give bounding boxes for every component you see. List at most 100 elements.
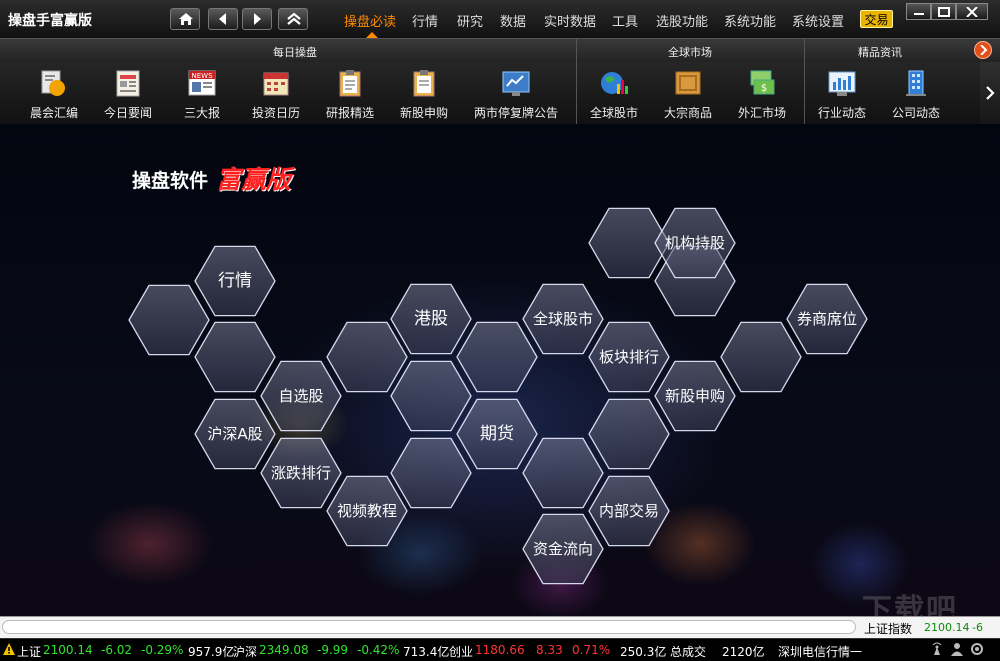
menu-item-caopan[interactable]: 操盘必读 bbox=[344, 11, 396, 30]
hex-sector[interactable]: 板块排行 bbox=[588, 321, 670, 393]
total-value: 2120亿 bbox=[722, 645, 765, 659]
globe-chart-icon bbox=[599, 68, 629, 98]
chevron-right-icon bbox=[986, 86, 995, 100]
app-title: 操盘手富赢版 bbox=[8, 13, 92, 29]
tool-waihui[interactable]: $ 外汇市场 bbox=[727, 66, 797, 122]
alert-icon[interactable] bbox=[2, 642, 16, 656]
hex-a-shares[interactable]: 沪深A股 bbox=[194, 398, 276, 470]
trade-button[interactable]: 交易 bbox=[860, 10, 893, 28]
sz-amount: 713.4亿 bbox=[403, 645, 450, 659]
hex-watchlist[interactable]: 自选股 bbox=[260, 360, 342, 432]
menu-item-shezhi[interactable]: 系统设置 bbox=[792, 11, 844, 30]
hex-insider[interactable]: 内部交易 bbox=[588, 475, 670, 547]
hex-video[interactable]: 视频教程 bbox=[326, 475, 408, 547]
hex-label: 板块排行 bbox=[599, 348, 659, 366]
tool-rili[interactable]: 投资日历 bbox=[241, 66, 311, 122]
hex-label: 全球股市 bbox=[533, 310, 593, 328]
quick-toolbar: 晨会汇编 今日要闻 NEWS 三大报 投资日历 研报精选 新股申购 两市停复牌公… bbox=[0, 62, 1000, 125]
svg-text:NEWS: NEWS bbox=[191, 72, 213, 80]
tool-tingfupai[interactable]: 两市停复牌公告 bbox=[474, 66, 558, 122]
tool-hangye[interactable]: 行业动态 bbox=[807, 66, 877, 122]
hex-hk[interactable]: 港股 bbox=[390, 283, 472, 355]
calendar-icon bbox=[261, 68, 291, 98]
tool-xingu[interactable]: 新股申购 bbox=[389, 66, 459, 122]
sh-change: -6.02 bbox=[101, 643, 133, 657]
home-icon bbox=[179, 13, 193, 25]
hex-futures[interactable]: 期货 bbox=[456, 398, 538, 470]
close-button[interactable] bbox=[956, 3, 988, 20]
hex-blank bbox=[390, 360, 472, 432]
tool-chenhui[interactable]: 晨会汇编 bbox=[19, 66, 89, 122]
cog-icon[interactable] bbox=[970, 642, 984, 656]
hex-ranking[interactable]: 涨跌排行 bbox=[260, 437, 342, 509]
back-button[interactable] bbox=[208, 8, 238, 30]
menu-item-hangqing[interactable]: 行情 bbox=[412, 11, 438, 30]
hex-quote[interactable]: 行情 bbox=[194, 245, 276, 317]
section-bar: 每日操盘 全球市场 精品资讯 bbox=[0, 38, 1000, 64]
tool-quanqiu[interactable]: 全球股市 bbox=[579, 66, 649, 122]
hex-ipo[interactable]: 新股申购 bbox=[654, 360, 736, 432]
svg-text:$: $ bbox=[761, 83, 767, 94]
hex-global[interactable]: 全球股市 bbox=[522, 283, 604, 355]
tool-yanbao[interactable]: 研报精选 bbox=[315, 66, 385, 122]
newspaper-icon bbox=[113, 68, 143, 98]
hex-label: 新股申购 bbox=[665, 387, 725, 405]
section-next-button[interactable] bbox=[974, 41, 992, 59]
home-button[interactable] bbox=[170, 8, 200, 30]
server-name: 深圳电信行情一 bbox=[778, 645, 863, 659]
meeting-icon bbox=[39, 68, 69, 98]
title-bar: 操盘手富赢版 操盘必读 行情 研究 数据 实时数据 工具 选股功能 系统功能 系… bbox=[0, 0, 1000, 39]
sz-name: 沪深 bbox=[233, 645, 258, 659]
tool-jinri[interactable]: 今日要闻 bbox=[93, 66, 163, 122]
maximize-button[interactable] bbox=[931, 3, 956, 20]
hex-blank bbox=[720, 321, 802, 393]
tool-gongsi[interactable]: 公司动态 bbox=[881, 66, 951, 122]
hex-blank bbox=[390, 437, 472, 509]
menu-item-shuju[interactable]: 数据 bbox=[500, 11, 526, 30]
maximize-icon bbox=[938, 7, 950, 17]
toolbar-scroll-right[interactable] bbox=[980, 62, 1000, 124]
person-icon[interactable] bbox=[950, 642, 964, 656]
forward-button[interactable] bbox=[242, 8, 272, 30]
ticker-scroll[interactable] bbox=[2, 620, 856, 634]
menu-item-shishi[interactable]: 实时数据 bbox=[544, 11, 596, 30]
hex-label: 内部交易 bbox=[599, 502, 659, 520]
announcement-icon bbox=[501, 68, 531, 98]
menu-item-yanjiu[interactable]: 研究 bbox=[457, 11, 483, 30]
cy-name: 创业 bbox=[449, 645, 474, 659]
cy-value: 1180.66 bbox=[475, 643, 525, 657]
hex-blank bbox=[326, 321, 408, 393]
hex-label: 期货 bbox=[480, 424, 514, 444]
hex-blank bbox=[588, 398, 670, 470]
chevron-right-icon bbox=[980, 45, 988, 55]
currency-icon: $ bbox=[747, 68, 777, 98]
tool-sandabao[interactable]: NEWS 三大报 bbox=[167, 66, 237, 122]
active-indicator bbox=[366, 32, 378, 38]
hex-label: 涨跌排行 bbox=[271, 464, 331, 482]
bar-chart-icon bbox=[827, 68, 857, 98]
hex-label: 机构持股 bbox=[665, 234, 725, 252]
hex-broker[interactable]: 券商席位 bbox=[786, 283, 868, 355]
index-strip: 上证指数 2100.14 -6 bbox=[0, 616, 1000, 639]
index-value: 2100.14 bbox=[924, 621, 970, 634]
hex-blank bbox=[128, 284, 210, 356]
close-icon bbox=[966, 7, 978, 17]
cy-amount: 250.3亿 bbox=[620, 645, 667, 659]
signal-icon[interactable] bbox=[930, 642, 944, 656]
tool-dazong[interactable]: 大宗商品 bbox=[653, 66, 723, 122]
cy-pct: 0.71% bbox=[572, 643, 611, 657]
hex-fund-flow[interactable]: 资金流向 bbox=[522, 513, 604, 585]
menu-item-xitong[interactable]: 系统功能 bbox=[724, 11, 776, 30]
hex-blank bbox=[456, 321, 538, 393]
collapse-button[interactable] bbox=[278, 8, 308, 30]
status-bar: 上证 2100.14 -6.02 -0.29% 957.9亿 沪深 2349.0… bbox=[0, 638, 1000, 661]
sz-change: -9.99 bbox=[317, 643, 349, 657]
menu-item-gongju[interactable]: 工具 bbox=[612, 11, 638, 30]
main-panel: 操盘软件 富赢版 行情 自选股 沪深A股 涨跌排行 视频教程 港股 期货 全球股市 板块排行 机构… bbox=[0, 124, 1000, 616]
minimize-button[interactable] bbox=[906, 3, 931, 20]
hex-label: 沪深A股 bbox=[207, 425, 262, 443]
menu-item-xuangu[interactable]: 选股功能 bbox=[656, 11, 708, 30]
hex-label: 视频教程 bbox=[337, 502, 397, 520]
arrow-right-icon bbox=[254, 13, 261, 25]
double-chevron-up-icon bbox=[287, 12, 301, 25]
